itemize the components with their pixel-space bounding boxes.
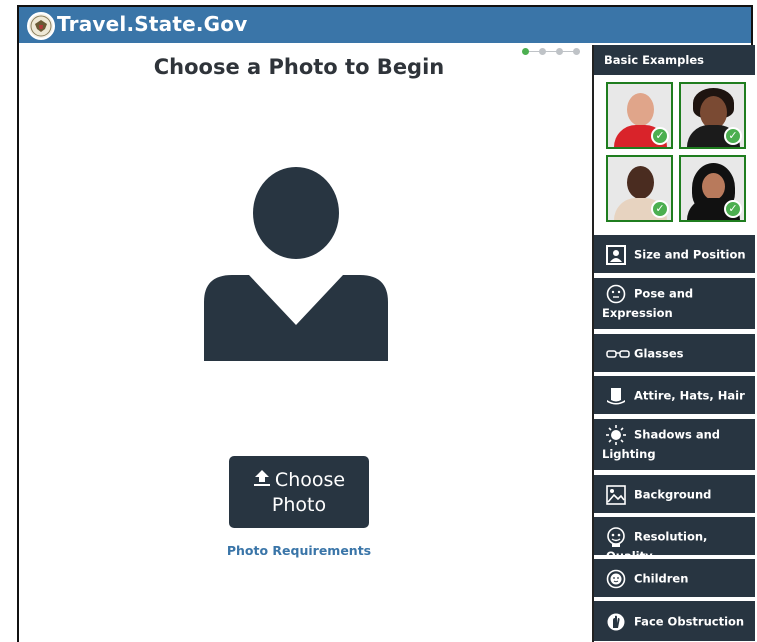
example-photo-1[interactable]: ✓ [606,82,673,149]
progress-step-4 [573,48,580,55]
sidebar-item-label: Background [634,487,712,502]
photo-requirements-link[interactable]: Photo Requirements [219,543,379,558]
sidebar-item-face-obstruction[interactable]: Face Obstruction [594,601,755,641]
page-title: Choose a Photo to Begin [153,55,445,79]
site-header: Travel.State.Gov [19,7,751,43]
sidebar-heading[interactable]: Basic Examples [594,45,755,75]
baby-icon [606,569,626,589]
sun-icon [606,425,626,445]
example-photo-2[interactable]: ✓ [679,82,746,149]
sidebar-item-glasses[interactable]: Glasses [594,334,755,372]
sidebar-item-label: Attire, Hats, Hair [634,388,745,403]
site-brand[interactable]: Travel.State.Gov [57,12,247,36]
glasses-icon [606,344,630,364]
sidebar-item-background[interactable]: Background [594,475,755,513]
sidebar-item-label: Glasses [634,346,684,361]
choose-photo-line1: Choose [274,469,346,491]
choose-photo-button[interactable]: Choose Photo [229,456,369,528]
progress-step-1 [522,48,529,55]
upload-icon [253,469,271,493]
sidebar-item-label: Size and Position [634,247,746,262]
hand-icon [606,612,626,632]
head-icon [606,527,626,547]
sidebar-item-attire-hats-hair[interactable]: Attire, Hats, Hair [594,376,755,414]
progress-step-3 [556,48,563,55]
hat-icon [606,386,626,406]
face-icon [606,284,626,304]
sidebar-item-pose-and-expression[interactable]: Pose and Expression [594,278,755,329]
progress-step-2 [539,48,546,55]
example-photo-3[interactable]: ✓ [606,155,673,222]
sidebar: Basic Examples ✓ ✓ ✓ ✓ Size and Position… [592,45,757,642]
accepted-check-icon: ✓ [651,127,669,145]
example-photo-4[interactable]: ✓ [679,155,746,222]
state-department-seal-icon [27,12,55,40]
portrait-icon [606,245,626,265]
accepted-check-icon: ✓ [724,200,742,218]
accepted-check-icon: ✓ [651,200,669,218]
image-icon [606,485,626,505]
app-frame: Travel.State.Gov Choose a Photo to Begin… [17,5,757,642]
basic-examples-grid: ✓ ✓ ✓ ✓ [606,82,748,224]
sidebar-item-children[interactable]: Children [594,559,755,597]
person-silhouette-icon [204,167,388,361]
sidebar-item-shadows-and-lighting[interactable]: Shadows and Lighting [594,419,755,470]
progress-indicator [522,45,584,57]
sidebar-item-label: Face Obstruction [634,614,745,629]
sidebar-item-label: Children [634,571,689,586]
accepted-check-icon: ✓ [724,127,742,145]
sidebar-item-size-and-position[interactable]: Size and Position [594,235,755,273]
sidebar-item-resolution-quality[interactable]: Resolution, Quality [594,517,755,563]
choose-photo-line2: Photo [271,494,327,516]
